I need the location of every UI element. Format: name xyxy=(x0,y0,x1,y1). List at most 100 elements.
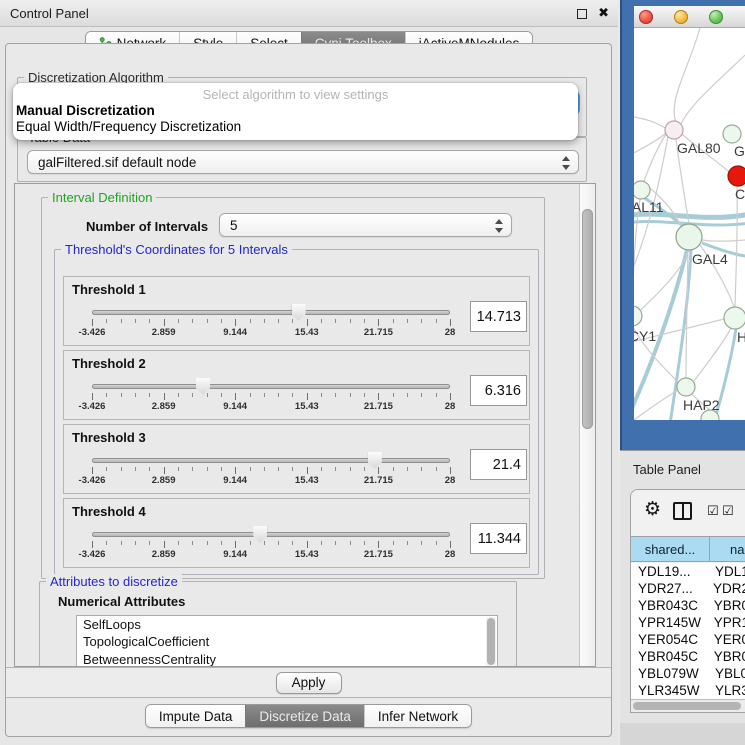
tick-mark xyxy=(364,467,365,471)
table-row[interactable]: YDR27...YDR2 xyxy=(631,580,745,597)
column-header-shared[interactable]: shared... xyxy=(631,537,710,561)
threshold-1-value-input[interactable] xyxy=(470,301,527,332)
threshold-3-box: Threshold 3 -3.4262.8599.14415.4321.7152… xyxy=(63,424,530,494)
network-node[interactable] xyxy=(634,181,650,199)
tick-mark xyxy=(393,541,394,545)
table-row[interactable]: YBL079WYBL0 xyxy=(631,665,745,682)
table-data-combobox[interactable]: galFiltered.sif default node xyxy=(27,150,579,174)
gear-icon[interactable]: ⚙ xyxy=(644,499,661,521)
threshold-3-tick-scale xyxy=(92,467,450,475)
attributes-list-scrollbar[interactable] xyxy=(486,617,496,666)
tick-label: 21.715 xyxy=(364,549,393,560)
number-of-intervals-combobox[interactable]: 5 xyxy=(219,213,512,237)
table-row[interactable]: YDL19...YDL1 xyxy=(631,563,745,580)
threshold-2-slider-track[interactable] xyxy=(92,384,450,389)
table-row[interactable]: YBR045CYBR0 xyxy=(631,648,745,665)
table-hscrollbar[interactable] xyxy=(631,699,745,712)
attributes-list-scrollbar-thumb[interactable] xyxy=(487,618,495,665)
tick-label: 28 xyxy=(445,475,456,486)
attribute-item[interactable]: SelfLoops xyxy=(77,616,497,633)
tick-mark xyxy=(421,319,422,323)
tick-mark xyxy=(192,319,193,323)
table-row[interactable]: YLR345WYLR3 xyxy=(631,682,745,699)
checkbox-icon[interactable]: ☑ xyxy=(707,503,719,519)
tick-label: 9.144 xyxy=(223,401,247,412)
attributes-group: Attributes to discretize Numerical Attri… xyxy=(39,581,517,666)
threshold-2-value-input[interactable] xyxy=(470,375,527,406)
tick-mark xyxy=(378,319,379,326)
table-cell: YLR3 xyxy=(710,683,745,698)
tick-mark xyxy=(235,319,236,326)
table-cell: YDR27... xyxy=(631,581,708,596)
tick-mark xyxy=(436,319,437,323)
threshold-3-value-input[interactable] xyxy=(470,449,527,480)
network-node[interactable] xyxy=(634,306,642,326)
network-node[interactable] xyxy=(676,224,702,250)
tick-mark xyxy=(350,393,351,397)
tab-discretize-data[interactable]: Discretize Data xyxy=(245,705,364,727)
table-row[interactable]: YBR043CYBR0 xyxy=(631,597,745,614)
tick-mark xyxy=(164,541,165,548)
split-columns-icon[interactable] xyxy=(673,502,692,520)
apply-button[interactable]: Apply xyxy=(276,672,342,694)
thresholds-group-title: Threshold's Coordinates for 5 Intervals xyxy=(61,242,292,257)
settings-scrollbar-thumb[interactable] xyxy=(582,209,593,429)
node-label: GCY1 xyxy=(634,328,656,344)
zoom-window-icon[interactable] xyxy=(709,10,723,24)
table-row[interactable]: YER054CYER0 xyxy=(631,631,745,648)
tick-label: -3.426 xyxy=(79,327,106,338)
tick-mark xyxy=(135,541,136,545)
threshold-3-label: Threshold 3 xyxy=(72,430,146,445)
tick-mark xyxy=(135,467,136,471)
node-label: HAP2 xyxy=(683,397,720,413)
numerical-attributes-list[interactable]: SelfLoopsTopologicalCoefficientBetweenne… xyxy=(76,615,498,666)
close-icon[interactable]: ✖ xyxy=(598,5,609,21)
settings-viewport: Interval Definition Number of Intervals … xyxy=(15,184,579,666)
settings-scrollbar[interactable] xyxy=(579,184,595,666)
dropdown-item-manual-discretization[interactable]: Manual Discretization xyxy=(13,103,578,119)
network-node[interactable] xyxy=(723,125,741,143)
tick-mark xyxy=(264,393,265,397)
tick-mark xyxy=(250,541,251,545)
attribute-item[interactable]: TopologicalCoefficient xyxy=(77,633,497,650)
threshold-4-value-input[interactable] xyxy=(470,523,527,554)
tick-mark xyxy=(307,393,308,400)
tick-mark xyxy=(321,319,322,323)
threshold-3-slider-track[interactable] xyxy=(92,458,450,463)
tick-mark xyxy=(235,393,236,400)
threshold-1-slider-track[interactable] xyxy=(92,310,450,315)
attribute-item[interactable]: BetweennessCentrality xyxy=(77,651,497,666)
tick-mark xyxy=(121,393,122,397)
minimize-window-icon[interactable] xyxy=(674,10,688,24)
tick-mark xyxy=(335,319,336,323)
tick-mark xyxy=(149,541,150,545)
table-hscrollbar-thumb[interactable] xyxy=(633,702,741,710)
dropdown-item-equal-width-frequency[interactable]: Equal Width/Frequency Discretization xyxy=(13,119,578,135)
table-cell: YER054C xyxy=(631,632,709,647)
network-node[interactable] xyxy=(728,166,745,186)
tick-mark xyxy=(350,319,351,323)
tick-label: -3.426 xyxy=(79,401,106,412)
network-node[interactable] xyxy=(724,307,745,329)
close-window-icon[interactable] xyxy=(639,10,653,24)
float-window-icon[interactable] xyxy=(577,9,587,19)
tab-infer-network[interactable]: Infer Network xyxy=(364,705,471,727)
number-of-intervals-label: Number of Intervals xyxy=(86,219,208,234)
table-row[interactable]: YPR145WYPR1 xyxy=(631,614,745,631)
tick-mark xyxy=(292,467,293,471)
network-node[interactable] xyxy=(665,121,683,139)
table-rows: YDL19...YDL1YDR27...YDR2YBR043CYBR0YPR14… xyxy=(631,563,745,712)
network-node[interactable] xyxy=(677,378,695,396)
tab-impute-data[interactable]: Impute Data xyxy=(146,705,246,727)
tick-mark xyxy=(192,393,193,397)
tick-mark xyxy=(393,393,394,397)
table-cell: YBR0 xyxy=(709,649,745,664)
network-canvas[interactable]: GAL80GACGAL11GAL4GCY1HHAP2 xyxy=(634,28,745,420)
checkbox-icon[interactable]: ☑ xyxy=(722,503,734,519)
tick-mark xyxy=(436,467,437,471)
tick-mark xyxy=(121,541,122,545)
table-panel-title: Table Panel xyxy=(633,462,701,477)
threshold-4-slider-track[interactable] xyxy=(92,532,450,537)
column-header-name[interactable]: na xyxy=(710,537,745,561)
tick-label: 28 xyxy=(445,549,456,560)
